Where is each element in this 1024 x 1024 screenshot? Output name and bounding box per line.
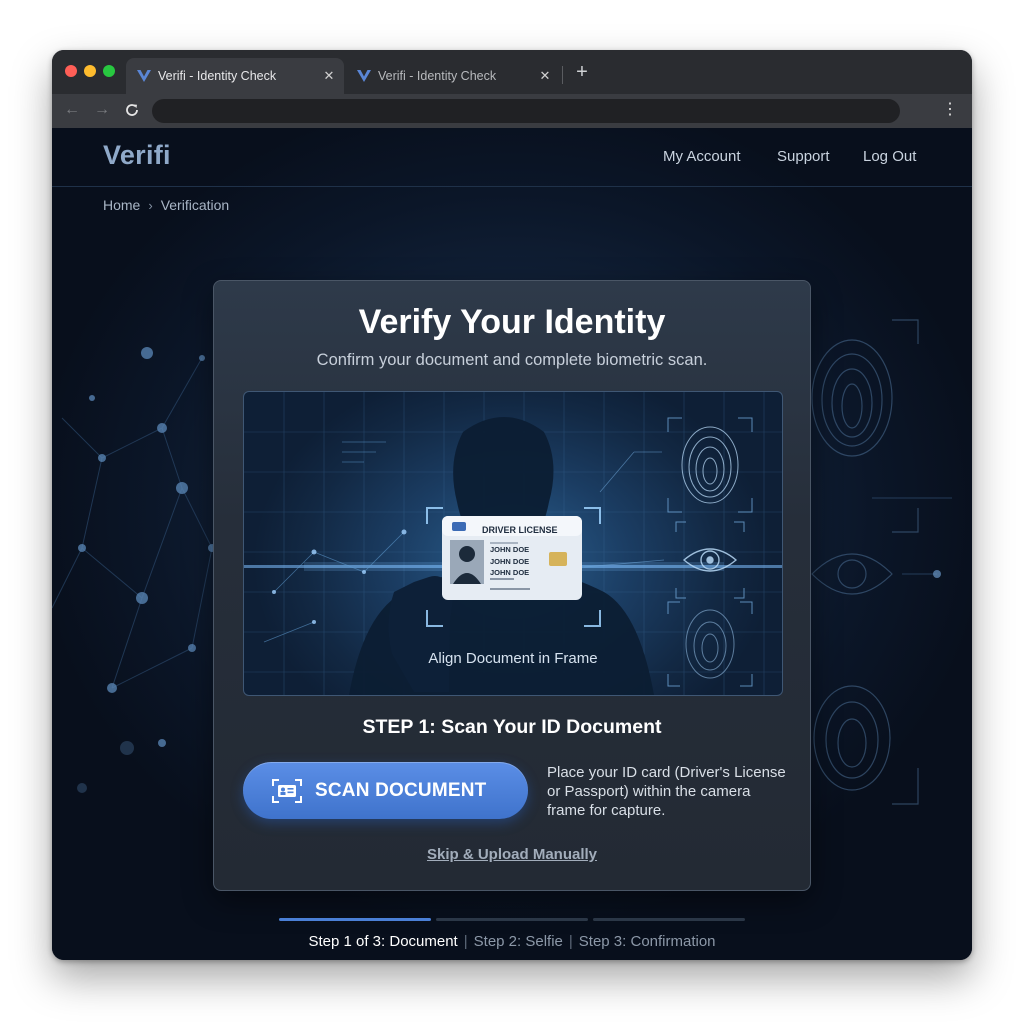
- id-scan-icon: [272, 778, 302, 803]
- id-card-name-3: JOHN DOE: [490, 568, 529, 577]
- breadcrumb-verification: Verification: [160, 197, 230, 213]
- more-options-icon[interactable]: ⋮: [942, 100, 958, 120]
- verifi-favicon-icon: [357, 70, 371, 82]
- tab-bar: Verifi - Identity Check ✕ Verifi - Ident…: [52, 50, 972, 94]
- step-document: Step 1 of 3: Document: [308, 933, 458, 950]
- plus-icon[interactable]: +: [572, 61, 592, 83]
- page-content: Verifi My Account Support Log Out Home ›…: [52, 128, 972, 960]
- tab-verifi-active[interactable]: Verifi - Identity Check ✕: [126, 58, 344, 94]
- step-separator: |: [568, 933, 573, 950]
- forward-arrow-icon[interactable]: →: [92, 100, 112, 120]
- fingerprint-icon: [681, 426, 739, 504]
- align-document-label: Align Document in Frame: [428, 650, 598, 667]
- nav-log-out[interactable]: Log Out: [863, 148, 916, 165]
- progress-segment-2: [436, 918, 588, 921]
- step-selfie: Step 2: Selfie: [473, 933, 563, 950]
- maximize-window-button[interactable]: [103, 65, 115, 77]
- site-header: Verifi My Account Support Log Out: [52, 128, 972, 187]
- browser-window: Verifi - Identity Check ✕ Verifi - Ident…: [52, 50, 972, 960]
- tab-close-icon[interactable]: ✕: [536, 68, 554, 84]
- page-subtitle: Confirm your document and complete biome…: [316, 351, 708, 369]
- breadcrumb: Home › Verification: [103, 197, 229, 213]
- reload-icon[interactable]: [122, 100, 142, 120]
- skip-upload-manually-link[interactable]: Skip & Upload Manually: [214, 846, 810, 863]
- breadcrumb-home[interactable]: Home: [103, 197, 140, 213]
- step-confirmation: Step 3: Confirmation: [578, 933, 716, 950]
- tab-title: Verifi - Identity Check: [378, 69, 497, 83]
- nav-support[interactable]: Support: [777, 148, 830, 165]
- browser-toolbar: ← → ⋮: [52, 94, 972, 128]
- verifi-favicon-icon: [137, 70, 151, 82]
- step-title: STEP 1: Scan Your ID Document: [362, 716, 662, 738]
- step-separator: |: [463, 933, 468, 950]
- tab-title: Verifi - Identity Check: [158, 69, 277, 83]
- scan-document-button[interactable]: SCAN DOCUMENT: [243, 762, 528, 819]
- verification-card: Verify Your Identity Confirm your docume…: [213, 280, 811, 891]
- camera-scan-frame: DRIVER LICENSE JOHN DOE JOHN DOE JOHN DO…: [243, 391, 783, 696]
- scan-instructions: Place your ID card (Driver's License or …: [547, 764, 786, 819]
- address-bar[interactable]: [152, 99, 900, 123]
- scan-document-label: SCAN DOCUMENT: [315, 779, 487, 801]
- progress-segment-1: [279, 918, 431, 921]
- chevron-right-icon: ›: [148, 197, 153, 213]
- tab-divider: [562, 66, 563, 84]
- id-card-name-1: JOHN DOE: [490, 545, 529, 554]
- nav-my-account[interactable]: My Account: [663, 148, 741, 165]
- fingerprint-icon: [685, 609, 735, 679]
- id-card-name-2: JOHN DOE: [490, 557, 529, 566]
- tab-close-icon[interactable]: ✕: [320, 68, 338, 84]
- verifi-logo[interactable]: Verifi: [103, 140, 171, 171]
- id-card-heading: DRIVER LICENSE: [482, 525, 558, 535]
- progress-segment-3: [593, 918, 745, 921]
- page-title: Verify Your Identity: [358, 303, 666, 341]
- tab-verifi-inactive[interactable]: Verifi - Identity Check ✕: [346, 58, 560, 94]
- back-arrow-icon[interactable]: ←: [62, 100, 82, 120]
- close-window-button[interactable]: [65, 65, 77, 77]
- progress-steps: Step 1 of 3: Document | Step 2: Selfie | Ste…: [52, 933, 972, 950]
- minimize-window-button[interactable]: [84, 65, 96, 77]
